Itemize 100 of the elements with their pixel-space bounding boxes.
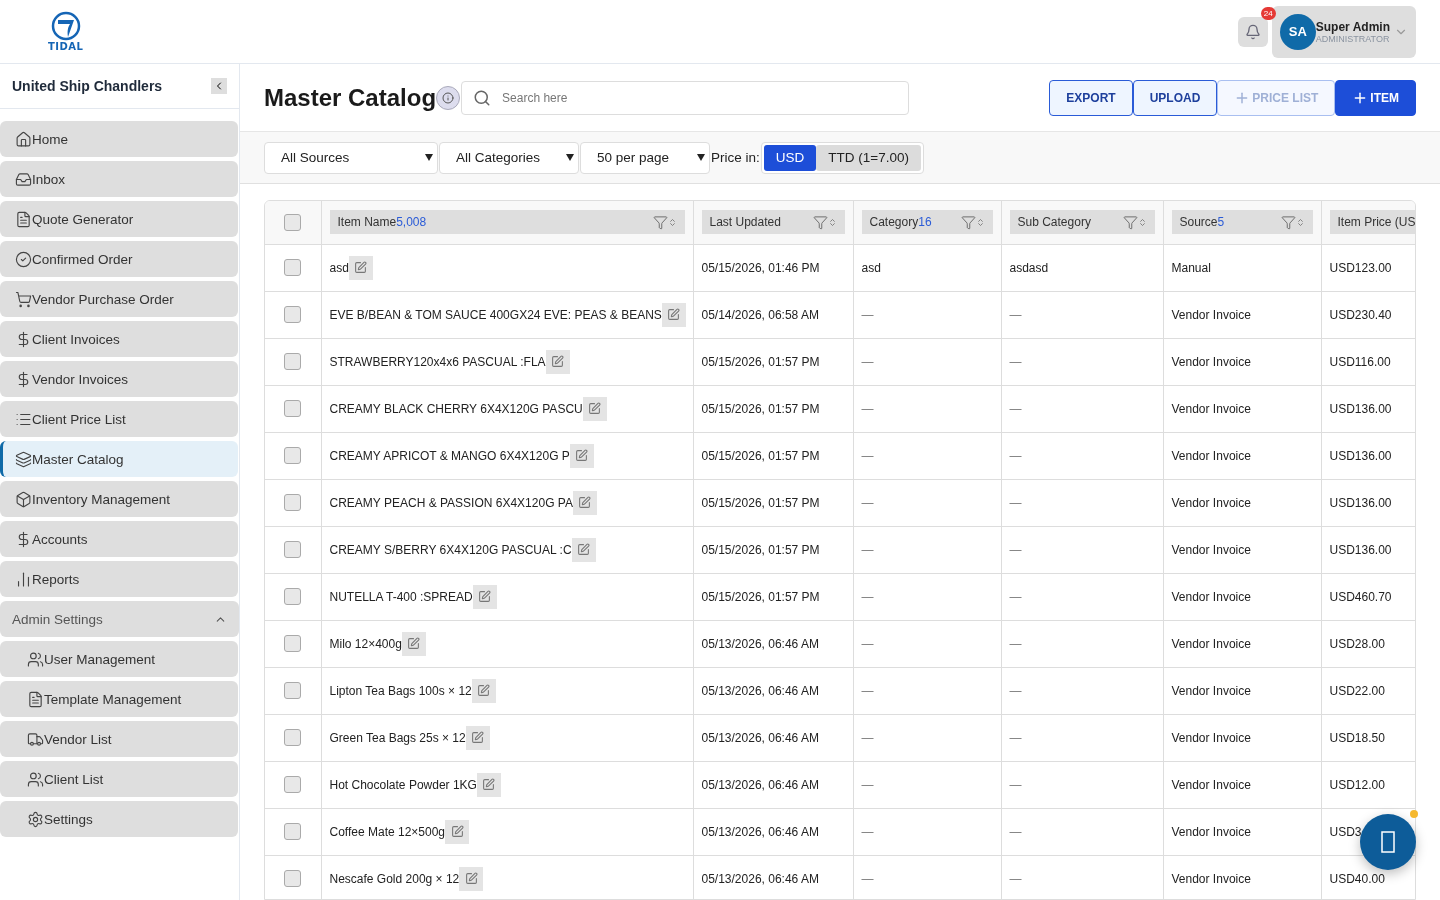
table-cell: Vendor Invoice xyxy=(1171,777,1251,792)
edit-button[interactable] xyxy=(459,866,484,891)
table-cell: 05/15/2026, 01:57 PM xyxy=(701,589,820,604)
table-cell: 05/15/2026, 01:57 PM xyxy=(701,495,820,510)
item-name: Coffee Mate 12×500g xyxy=(329,824,446,839)
filter-icon xyxy=(1122,214,1138,230)
nav-group[interactable]: Admin Settings xyxy=(0,601,239,637)
filter-select[interactable]: 50 per page xyxy=(580,141,710,174)
column-header[interactable]: Category16 xyxy=(861,210,993,235)
table-cell: 05/15/2026, 01:57 PM xyxy=(701,354,820,369)
notification-button[interactable] xyxy=(1237,16,1268,47)
collapse-button[interactable] xyxy=(211,78,227,94)
row-checkbox[interactable] xyxy=(284,306,302,323)
item-name: CREAMY S/BERRY 6X4X120G PASCUAL :C xyxy=(329,542,572,557)
nav-item[interactable]: Master Catalog xyxy=(0,441,238,477)
edit-button[interactable] xyxy=(569,443,594,468)
nav-item[interactable]: Settings xyxy=(0,801,238,837)
item-name: Lipton Tea Bags 100s × 12 xyxy=(329,683,472,698)
document-icon xyxy=(15,210,32,228)
layers-icon xyxy=(15,450,32,468)
empty-cell: — xyxy=(1009,589,1022,604)
search-field[interactable]: Search here xyxy=(461,80,910,115)
filter-select[interactable]: All Categories xyxy=(439,141,579,174)
row-checkbox[interactable] xyxy=(284,682,302,699)
nav-item[interactable]: Client List xyxy=(0,761,238,797)
row-checkbox[interactable] xyxy=(284,447,302,464)
empty-cell: — xyxy=(861,636,874,651)
nav-item[interactable]: Client Invoices xyxy=(0,321,238,357)
item-name: NUTELLA T-400 :SPREAD xyxy=(329,589,473,604)
row-checkbox[interactable] xyxy=(284,259,302,276)
column-header[interactable]: Sub Category xyxy=(1009,210,1155,235)
nav-item[interactable]: User Management xyxy=(0,641,238,677)
edit-button[interactable] xyxy=(476,772,501,797)
edit-button[interactable] xyxy=(445,819,470,844)
edit-button[interactable] xyxy=(465,725,490,750)
row-checkbox[interactable] xyxy=(284,776,302,793)
edit-icon xyxy=(482,778,496,791)
table-cell: Vendor Invoice xyxy=(1171,307,1251,322)
row-checkbox[interactable] xyxy=(284,635,302,652)
nav-item[interactable]: Template Management xyxy=(0,681,238,717)
table-cell: Vendor Invoice xyxy=(1171,354,1251,369)
users-icon xyxy=(27,770,44,788)
nav-item[interactable]: Inventory Management xyxy=(0,481,238,517)
edit-button[interactable] xyxy=(472,584,497,609)
empty-cell: — xyxy=(1009,730,1022,745)
row-checkbox[interactable] xyxy=(284,494,302,511)
table-cell: USD116.00 xyxy=(1329,354,1391,369)
table-cell: 05/13/2026, 06:46 AM xyxy=(701,824,819,839)
column-header[interactable]: Item Name5,008 xyxy=(329,210,685,235)
price-label: Price in: xyxy=(711,150,760,165)
row-checkbox[interactable] xyxy=(284,400,302,417)
nav-item[interactable]: Home xyxy=(0,121,238,157)
empty-cell: — xyxy=(861,824,874,839)
nav-item[interactable]: Accounts xyxy=(0,521,238,557)
edit-button[interactable] xyxy=(582,396,607,421)
edit-button[interactable] xyxy=(571,537,596,562)
edit-button[interactable] xyxy=(401,631,426,656)
edit-button[interactable] xyxy=(572,490,597,515)
nav-item[interactable]: Vendor Invoices xyxy=(0,361,238,397)
check-circle-icon xyxy=(15,250,32,268)
toolbar-button[interactable]: UPLOAD xyxy=(1132,79,1218,116)
row-checkbox[interactable] xyxy=(284,729,302,746)
info-button[interactable] xyxy=(436,85,461,110)
table-cell: Vendor Invoice xyxy=(1171,589,1251,604)
user-name: Super Admin xyxy=(1315,19,1390,34)
edit-icon xyxy=(478,590,492,603)
nav-item[interactable]: Reports xyxy=(0,561,238,597)
empty-cell: — xyxy=(861,401,874,416)
nav-item[interactable]: Quote Generator xyxy=(0,201,238,237)
column-header[interactable]: Last Updated xyxy=(701,210,845,235)
edit-button[interactable] xyxy=(545,349,570,374)
row-checkbox[interactable] xyxy=(284,541,302,558)
row-checkbox[interactable] xyxy=(284,870,302,887)
row-checkbox[interactable] xyxy=(284,353,302,370)
nav-item[interactable]: Vendor Purchase Order xyxy=(0,281,238,317)
currency-toggle[interactable]: USD xyxy=(763,144,817,171)
table-cell: USD3 xyxy=(1329,824,1362,839)
edit-button[interactable] xyxy=(348,255,373,280)
empty-cell: — xyxy=(1009,354,1022,369)
row-checkbox[interactable] xyxy=(284,588,302,605)
empty-cell: — xyxy=(861,730,874,745)
nav-item[interactable]: Inbox xyxy=(0,161,238,197)
nav-item[interactable]: Client Price List xyxy=(0,401,238,437)
toolbar-button[interactable]: ITEM xyxy=(1335,79,1416,116)
filter-select[interactable]: All Sources xyxy=(264,141,438,174)
nav-item[interactable]: Confirmed Order xyxy=(0,241,238,277)
item-name: asd xyxy=(329,260,349,275)
currency-toggle[interactable]: TTD (1=7.00) xyxy=(816,144,921,171)
select-all-checkbox[interactable] xyxy=(284,213,302,231)
edit-button[interactable] xyxy=(471,678,496,703)
nav-item[interactable]: Vendor List xyxy=(0,721,238,757)
company-name: United Ship Chandlers xyxy=(12,78,163,94)
item-name: Green Tea Bags 25s × 12 xyxy=(329,730,466,745)
table-cell: Vendor Invoice xyxy=(1171,636,1251,651)
column-header[interactable]: Source5 xyxy=(1171,210,1313,235)
table-cell: USD12.00 xyxy=(1329,777,1385,792)
edit-button[interactable] xyxy=(661,302,686,327)
row-checkbox[interactable] xyxy=(284,823,302,840)
column-header[interactable]: Item Price (US xyxy=(1329,210,1415,235)
toolbar-button[interactable]: EXPORT xyxy=(1049,79,1133,116)
